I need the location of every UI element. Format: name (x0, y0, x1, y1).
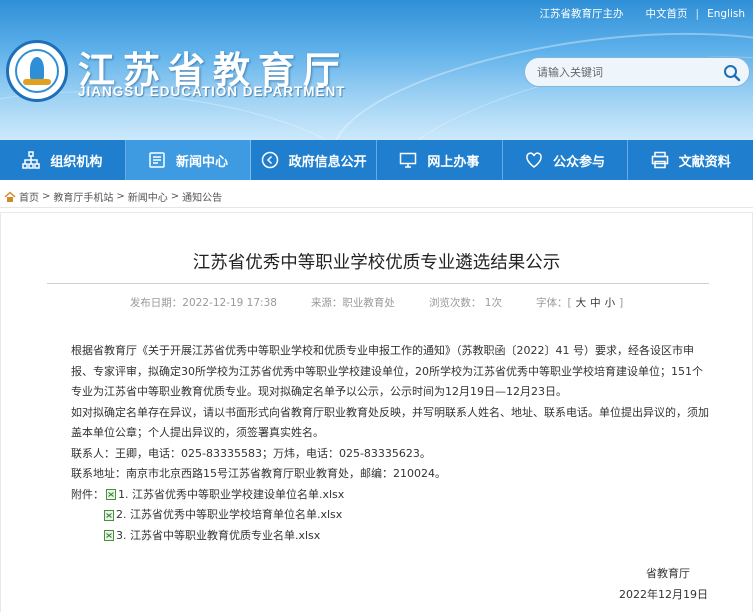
nav-label: 文献资料 (678, 154, 731, 170)
excel-file-icon (106, 489, 116, 501)
english-link[interactable]: English (707, 8, 745, 20)
paragraph: 根据省教育厅《关于开展江苏省优秀中等职业学校和优质专业申报工作的通知》（苏教职函… (71, 344, 703, 398)
nav-item-gov-info[interactable]: 政府信息公开 (251, 140, 378, 180)
main-nav: 组织机构 新闻中心 政府信息公开 网上办事 公众参与 文献资料 (0, 140, 753, 180)
font-large-button[interactable]: 大 (576, 295, 587, 310)
font-medium-button[interactable]: 中 (590, 295, 601, 310)
breadcrumb-notices[interactable]: 通知公告 (182, 189, 222, 204)
site-header: 江苏省教育厅主办 中文首页 | English 江苏省教育厅 JIANGSU E… (0, 0, 753, 140)
address-line: 联系地址：南京市北京西路15号江苏省教育厅职业教育处，邮编：210024。 (71, 467, 446, 480)
nav-label: 政府信息公开 (288, 154, 367, 170)
attachment-row: 3. 江苏省中等职业教育优质专业名单.xlsx (71, 526, 711, 547)
excel-file-icon (104, 509, 114, 521)
article-meta: 发布日期：2022-12-19 17:38 来源：职业教育处 浏览次数： 1次 … (1, 295, 752, 310)
breadcrumb-sep: > (42, 191, 51, 202)
nav-item-news[interactable]: 新闻中心 (125, 140, 252, 180)
nav-label: 组织机构 (50, 154, 103, 170)
monitor-icon (400, 152, 417, 168)
attachment-link[interactable]: 3. 江苏省中等职业教育优质专业名单.xlsx (116, 526, 320, 547)
article-title: 江苏省优秀中等职业学校优质专业遴选结果公示 (192, 253, 561, 273)
news-icon (149, 152, 165, 168)
article-container: 江苏省优秀中等职业学校优质专业遴选结果公示 发布日期：2022-12-19 17… (0, 212, 753, 612)
search-box (524, 57, 750, 87)
home-icon (4, 191, 16, 202)
info-icon (261, 151, 278, 169)
publish-date: 发布日期：2022-12-19 17:38 (129, 297, 277, 309)
signature: 省教育厅 (646, 567, 690, 580)
breadcrumb-mobile[interactable]: 教育厅手机站 (53, 189, 113, 204)
attachment-row: 附件： 1. 江苏省优秀中等职业学校建设单位名单.xlsx (71, 485, 711, 506)
font-size-end: ] (619, 296, 624, 309)
view-count: 浏览次数： 1次 (428, 297, 502, 309)
nav-item-public[interactable]: 公众参与 (503, 140, 629, 180)
attachment-link[interactable]: 1. 江苏省优秀中等职业学校建设单位名单.xlsx (118, 485, 344, 506)
font-small-button[interactable]: 小 (605, 295, 616, 310)
attachment-link[interactable]: 2. 江苏省优秀中等职业学校培育单位名单.xlsx (116, 505, 342, 526)
contact-line: 联系人：王卿，电话：025-83335583；万炜，电话：025-8333562… (71, 446, 431, 460)
search-input[interactable] (537, 64, 717, 81)
link-separator: | (695, 7, 700, 20)
attachment-label: 附件： (71, 487, 104, 501)
site-logo-icon[interactable] (6, 40, 68, 102)
article-source: 来源：职业教育处 (310, 297, 395, 309)
search-icon[interactable] (723, 64, 741, 82)
nav-item-org[interactable]: 组织机构 (0, 140, 126, 180)
excel-file-icon (104, 530, 114, 542)
title-divider (47, 283, 709, 284)
top-links: 江苏省教育厅主办 中文首页 | English (540, 6, 745, 21)
printer-icon (651, 151, 668, 169)
font-size-label: 字体：[ (535, 297, 572, 309)
breadcrumb-sep: > (116, 191, 125, 202)
paragraph: 如对拟确定名单存在异议，请以书面形式向省教育厅职业教育处反映，并写明联系人姓名、… (71, 405, 709, 440)
attachment-row: 2. 江苏省优秀中等职业学校培育单位名单.xlsx (71, 505, 711, 526)
chinese-home-link[interactable]: 中文首页 (646, 6, 688, 21)
breadcrumb-news[interactable]: 新闻中心 (128, 189, 168, 204)
font-size-control: 字体：[ 大 中 小 ] (536, 295, 623, 310)
sponsor-link[interactable]: 江苏省教育厅主办 (540, 6, 624, 21)
nav-label: 新闻中心 (176, 154, 229, 170)
article-body: 根据省教育厅《关于开展江苏省优秀中等职业学校和优质专业申报工作的通知》（苏教职函… (71, 341, 711, 546)
breadcrumb-home[interactable]: 首页 (19, 189, 39, 204)
nav-label: 网上办事 (427, 154, 480, 170)
breadcrumb: 首页 > 教育厅手机站 > 新闻中心 > 通知公告 (0, 186, 753, 208)
site-subtitle: JIANGSU EDUCATION DEPARTMENT (78, 84, 346, 99)
org-chart-icon (22, 151, 41, 169)
breadcrumb-sep: > (170, 191, 180, 202)
nav-item-documents[interactable]: 文献资料 (628, 140, 753, 180)
nav-label: 公众参与 (553, 154, 606, 170)
heart-icon (526, 152, 542, 168)
signature-date: 2022年12月19日 (619, 588, 708, 601)
nav-item-online-service[interactable]: 网上办事 (377, 140, 503, 180)
